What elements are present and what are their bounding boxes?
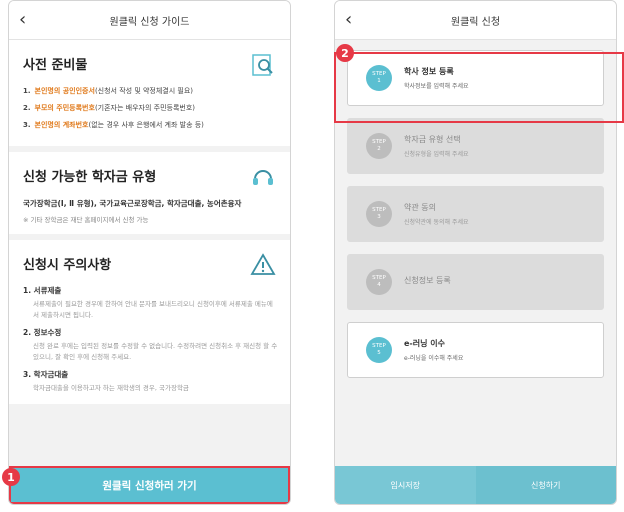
caution-item-title: 3. 학자금대출 (23, 370, 69, 379)
step-card[interactable]: STEP 2 학자금 유형 선택 신청유형을 입력해 주세요 (347, 118, 604, 174)
types-list: 국가장학금(Ⅰ, Ⅱ 유형), 국가교육근로장학금, 학자금대출, 농어촌융자 (23, 199, 242, 208)
marker-one: 1 (2, 468, 20, 486)
step-badge: STEP 4 (366, 269, 392, 295)
go-apply-button[interactable]: 원클릭 신청하러 가기 (9, 466, 290, 504)
step-text: 학자금 유형 선택 신청유형을 입력해 주세요 (404, 135, 469, 158)
step-text: 신청정보 등록 (404, 275, 451, 285)
step-text: 학사 정보 등록 학사정보를 입력해 주세요 (404, 67, 469, 90)
warning-icon (250, 253, 276, 275)
types-note: ※ 기타 장학금은 재단 홈페이지에서 신청 가능 (23, 216, 149, 224)
types-title: 신청 가능한 학자금 유형 (23, 170, 157, 185)
prep-item: 1. 본인명의 공인인증서(신청서 작성 및 약정체결시 필요) (23, 87, 194, 95)
guide-screen: ‹ 원클릭 신청 가이드 사전 준비물 1. 본인명의 공인인증서(신청서 작성… (8, 0, 291, 505)
caution-item-body: 신청 완료 후에는 입력된 정보를 수정할 수 없습니다. 수정하려면 신청취소… (33, 342, 278, 361)
caution-item-body: 서류제출이 필요한 경우에 한하여 안내 문자를 보내드리오니 신청이후에 서류… (33, 300, 273, 319)
step-text: e-러닝 이수 e-러닝을 이수해 주세요 (404, 339, 464, 362)
prep-item: 3. 본인명의 계좌번호(없는 경우 사후 은행에서 계좌 발송 등) (23, 121, 204, 129)
prep-list: 1. 본인명의 공인인증서(신청서 작성 및 약정체결시 필요) 2. 부모의 … (23, 85, 278, 132)
document-search-icon (252, 54, 273, 76)
step-badge: STEP 1 (366, 65, 392, 91)
back-arrow-icon[interactable]: ‹ (19, 9, 26, 30)
bottom-actions: 임시저장 신청하기 (335, 466, 616, 504)
marker-two: 2 (336, 44, 354, 62)
types-section: 신청 가능한 학자금 유형 국가장학금(Ⅰ, Ⅱ 유형), 국가교육근로장학금,… (9, 152, 290, 234)
step-badge: STEP 3 (366, 201, 392, 227)
page-title: 원클릭 신청 (450, 16, 501, 28)
prep-title: 사전 준비물 (23, 58, 88, 73)
step-card[interactable]: STEP 4 신청정보 등록 (347, 254, 604, 310)
header: ‹ 원클릭 신청 가이드 (9, 1, 290, 40)
back-arrow-icon[interactable]: ‹ (345, 9, 352, 30)
guide-content: 사전 준비물 1. 본인명의 공인인증서(신청서 작성 및 약정체결시 필요) … (9, 40, 290, 469)
steps-list: STEP 1 학사 정보 등록 학사정보를 입력해 주세요 STEP 2 학자금… (335, 40, 616, 469)
header: ‹ 원클릭 신청 (335, 1, 616, 40)
prep-section: 사전 준비물 1. 본인명의 공인인증서(신청서 작성 및 약정체결시 필요) … (9, 40, 290, 146)
step-text: 약관 동의 신청약관에 동의해 주세요 (404, 203, 469, 226)
apply-button[interactable]: 신청하기 (475, 466, 616, 504)
caution-item-title: 1. 서류제출 (23, 286, 62, 295)
step-card[interactable]: STEP 1 학사 정보 등록 학사정보를 입력해 주세요 (347, 50, 604, 106)
caution-item-body: 학자금대출을 이용하고자 하는 재학생의 경우, 국가장학금 (33, 384, 189, 392)
caution-section: 신청시 주의사항 1. 서류제출 서류제출이 필요한 경우에 한하여 안내 문자… (9, 240, 290, 404)
caution-title: 신청시 주의사항 (23, 258, 112, 273)
prep-item: 2. 부모의 주민등록번호(기혼자는 배우자의 주민등록번호) (23, 104, 196, 112)
page-title: 원클릭 신청 가이드 (109, 16, 190, 28)
apply-screen: ‹ 원클릭 신청 STEP 1 학사 정보 등록 학사정보를 입력해 주세요 S… (334, 0, 617, 505)
step-badge: STEP 2 (366, 133, 392, 159)
step-badge: STEP 5 (366, 337, 392, 363)
headset-icon (253, 170, 273, 185)
caution-item-title: 2. 정보수정 (23, 328, 62, 337)
temp-save-button[interactable]: 임시저장 (335, 466, 476, 504)
step-card[interactable]: STEP 5 e-러닝 이수 e-러닝을 이수해 주세요 (347, 322, 604, 378)
step-card[interactable]: STEP 3 약관 동의 신청약관에 동의해 주세요 (347, 186, 604, 242)
